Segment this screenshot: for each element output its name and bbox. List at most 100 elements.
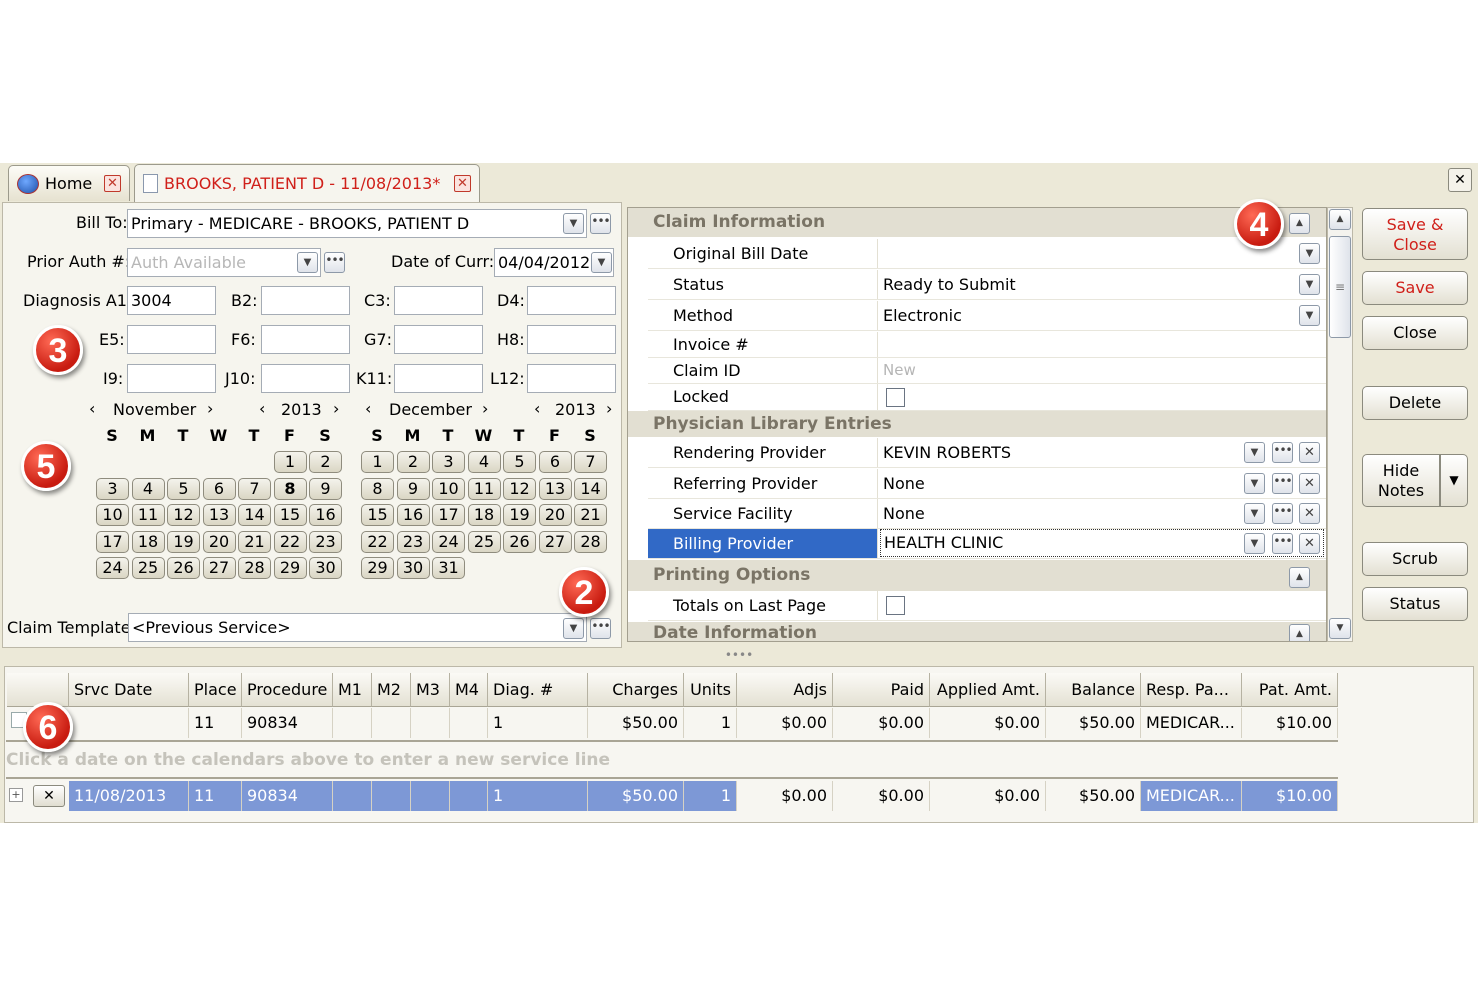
calendar-day[interactable]: 20 xyxy=(538,504,572,526)
chevron-down-icon[interactable]: ▼ xyxy=(1244,503,1265,524)
section-claim-information[interactable]: Claim Information xyxy=(628,208,1326,237)
calendar-day[interactable]: 21 xyxy=(238,530,271,553)
calendar-day[interactable]: 22 xyxy=(361,530,394,553)
column-header[interactable]: Applied Amt. xyxy=(930,673,1046,707)
close-button[interactable]: Close xyxy=(1362,316,1468,350)
diagnosis-h8-field[interactable] xyxy=(527,325,616,354)
clear-icon[interactable]: ✕ xyxy=(1299,503,1320,524)
calendar-day[interactable]: 26 xyxy=(167,557,200,579)
diagnosis-c3-field[interactable] xyxy=(394,286,483,315)
diagnosis-e5-field[interactable] xyxy=(127,325,216,354)
calendar-day[interactable]: 1 xyxy=(273,451,307,473)
chevron-down-icon[interactable]: ▼ xyxy=(563,213,584,234)
column-header[interactable]: Balance xyxy=(1046,673,1141,707)
calendar-day[interactable]: 14 xyxy=(574,477,607,500)
prev-year-icon[interactable]: ‹ xyxy=(534,399,540,418)
section-physician-library[interactable]: Physician Library Entries xyxy=(628,411,1326,437)
calendar-day[interactable]: 6 xyxy=(202,477,236,500)
bill-to-field[interactable]: Primary - MEDICARE - BROOKS, PATIENT D xyxy=(127,209,587,238)
next-year-icon[interactable]: › xyxy=(333,399,339,418)
calendar-day[interactable]: 23 xyxy=(309,530,342,553)
chevron-down-icon[interactable]: ▼ xyxy=(1244,533,1265,554)
chevron-down-icon[interactable]: ▼ xyxy=(1244,442,1265,463)
calendar-day[interactable]: 4 xyxy=(131,477,165,500)
calendar-day[interactable]: 13 xyxy=(202,504,236,526)
scroll-up-icon[interactable]: ▲ xyxy=(1329,209,1351,230)
calendar-day[interactable]: 23 xyxy=(396,530,430,553)
table-cell[interactable]: 11 xyxy=(189,708,242,738)
calendar-day[interactable]: 11 xyxy=(131,504,165,526)
column-header[interactable]: Resp. Pa... xyxy=(1141,673,1242,707)
calendar-day[interactable]: 5 xyxy=(167,477,200,500)
column-header[interactable]: Paid xyxy=(833,673,930,707)
row-referring-provider[interactable]: Referring Provider None ▼ ••• ✕ xyxy=(648,469,1326,499)
table-cell[interactable]: $50.00 xyxy=(1046,708,1141,738)
calendar-day[interactable]: 12 xyxy=(167,504,200,526)
calendar-day[interactable]: 24 xyxy=(432,530,465,553)
table-cell[interactable] xyxy=(411,781,450,811)
clear-icon[interactable]: ✕ xyxy=(1299,442,1320,463)
diagnosis-j10-field[interactable] xyxy=(261,364,350,393)
calendar-day[interactable]: 21 xyxy=(574,504,607,526)
delete-button[interactable]: Delete xyxy=(1362,386,1468,420)
calendar-day[interactable]: 10 xyxy=(96,504,129,526)
table-cell[interactable] xyxy=(69,708,189,738)
calendar-day[interactable]: 19 xyxy=(167,530,200,553)
next-month-icon[interactable]: › xyxy=(207,399,213,418)
calendar-day[interactable]: 16 xyxy=(309,504,342,526)
calendar-day[interactable]: 18 xyxy=(467,504,501,526)
chevron-down-icon[interactable]: ▼ xyxy=(1299,274,1320,295)
table-cell[interactable]: $0.00 xyxy=(833,708,930,738)
calendar-day[interactable]: 16 xyxy=(396,504,430,526)
chevron-down-icon[interactable]: ▼ xyxy=(591,252,612,273)
table-cell[interactable]: $10.00 xyxy=(1242,708,1338,738)
clear-icon[interactable]: ✕ xyxy=(1299,533,1320,554)
section-printing-options[interactable]: Printing Options xyxy=(628,560,1326,591)
row-status[interactable]: Status Ready to Submit ▼ xyxy=(648,270,1326,300)
table-cell[interactable]: $0.00 xyxy=(737,781,833,811)
table-cell[interactable]: $50.00 xyxy=(588,781,684,811)
calendar-day[interactable]: 8 xyxy=(361,477,394,500)
table-cell[interactable] xyxy=(333,708,372,738)
prior-auth-field[interactable]: Auth Available xyxy=(127,248,321,277)
table-cell[interactable] xyxy=(450,708,488,738)
table-cell[interactable]: 11/08/2013 xyxy=(69,781,189,811)
scroll-down-icon[interactable]: ▼ xyxy=(1329,618,1351,639)
scrub-button[interactable]: Scrub xyxy=(1362,542,1468,576)
column-header[interactable]: Srvc Date xyxy=(69,673,189,707)
hide-notes-button[interactable]: Hide Notes xyxy=(1362,454,1440,507)
calendar-day[interactable]: 11 xyxy=(467,477,501,500)
hide-notes-dropdown-icon[interactable]: ▼ xyxy=(1440,454,1468,507)
calendar-day[interactable]: 9 xyxy=(396,477,430,500)
delete-row-icon[interactable]: ✕ xyxy=(33,785,65,807)
diagnosis-b2-field[interactable] xyxy=(261,286,350,315)
clear-icon[interactable]: ✕ xyxy=(1299,473,1320,494)
calendar-day[interactable]: 7 xyxy=(574,451,607,473)
row-rendering-provider[interactable]: Rendering Provider KEVIN ROBERTS ▼ ••• ✕ xyxy=(648,438,1326,468)
table-cell[interactable]: 90834 xyxy=(242,781,333,811)
row-locked[interactable]: Locked xyxy=(648,384,1326,411)
property-grid-scrollbar[interactable]: ▲ ≡ ▼ xyxy=(1327,207,1353,642)
table-cell[interactable]: $0.00 xyxy=(737,708,833,738)
table-cell[interactable]: 1 xyxy=(488,708,588,738)
calendar-day[interactable]: 15 xyxy=(361,504,394,526)
table-cell[interactable] xyxy=(450,781,488,811)
splitter-grip-icon[interactable]: •••• xyxy=(0,649,1478,664)
table-cell[interactable] xyxy=(372,708,411,738)
tab-patient-claim[interactable]: BROOKS, PATIENT D - 11/08/2013* ✕ xyxy=(134,164,480,202)
chevron-down-icon[interactable]: ▼ xyxy=(1244,473,1265,494)
diagnosis-a1-field[interactable]: 3004 xyxy=(127,286,216,315)
diagnosis-i9-field[interactable] xyxy=(127,364,216,393)
close-window-icon[interactable]: ✕ xyxy=(1448,168,1472,192)
table-cell[interactable]: $0.00 xyxy=(930,708,1046,738)
calendar-day[interactable]: 30 xyxy=(396,557,430,579)
calendar-day[interactable]: 19 xyxy=(503,504,536,526)
row-original-bill-date[interactable]: Original Bill Date ▼ xyxy=(648,239,1326,269)
calendar-day[interactable]: 8 xyxy=(273,477,307,500)
calendar-day[interactable]: 24 xyxy=(96,557,129,579)
calendar-day[interactable]: 18 xyxy=(131,530,165,553)
chevron-down-icon[interactable]: ▼ xyxy=(1299,305,1320,326)
row-method[interactable]: Method Electronic ▼ xyxy=(648,301,1326,331)
claim-template-field[interactable]: <Previous Service> xyxy=(128,613,587,642)
table-cell[interactable]: $50.00 xyxy=(1046,781,1141,811)
